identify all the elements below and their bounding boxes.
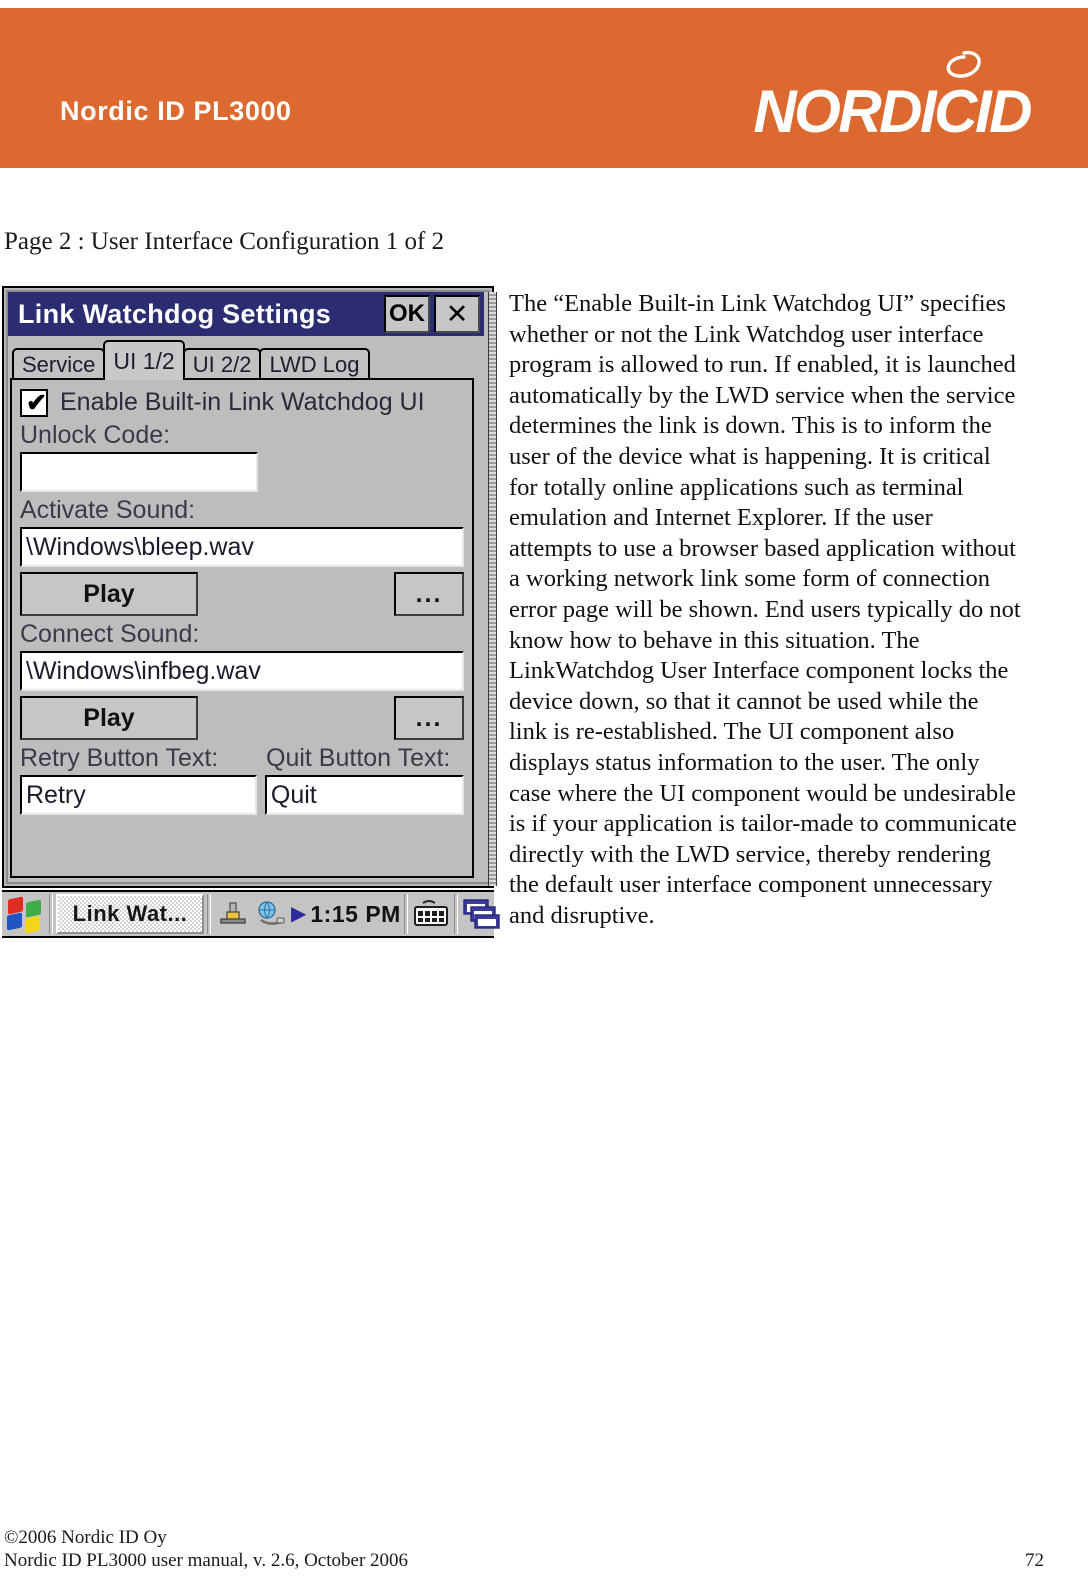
taskbar-separator	[453, 894, 458, 934]
window-titlebar: Link Watchdog Settings OK ✕	[8, 292, 484, 336]
product-title: Nordic ID PL3000	[60, 96, 292, 126]
activate-sound-play-button[interactable]: Play	[20, 572, 198, 616]
nordic-id-logo: NORDICID	[730, 46, 1033, 146]
tab-panel-ui-1-2: ✔ Enable Built-in Link Watchdog UI Unloc…	[10, 378, 474, 878]
device-screenshot-figure: Link Watchdog Settings OK ✕ Service UI 1…	[2, 286, 500, 938]
connect-sound-input[interactable]: \Windows\infbeg.wav	[20, 651, 464, 691]
page-header-banner: Nordic ID PL3000 NORDICID	[0, 8, 1088, 168]
footer-manual-line: Nordic ID PL3000 user manual, v. 2.6, Oc…	[4, 1550, 409, 1571]
network-globe-icon[interactable]	[252, 899, 286, 929]
taskbar-separator	[49, 894, 53, 934]
check-icon: ✔	[26, 388, 47, 417]
connect-sound-play-button[interactable]: Play	[20, 696, 198, 740]
cascading-windows-icon[interactable]	[461, 897, 501, 931]
retry-button-text-input[interactable]: Retry	[20, 775, 257, 815]
taskbar-clock[interactable]: 1:15 PM	[310, 901, 400, 928]
footer-page-number: 72	[1025, 1550, 1044, 1571]
description-paragraph: The “Enable Built-in Link Watchdog UI” s…	[509, 290, 1021, 929]
quit-button-text-input[interactable]: Quit	[264, 775, 464, 815]
taskbar-separator	[207, 894, 211, 934]
ce-taskbar: Link Wat... ▶ 1:15 PM	[2, 890, 500, 938]
ok-button[interactable]: OK	[384, 295, 430, 333]
activate-sound-label: Activate Sound:	[20, 496, 196, 524]
connect-sound-label: Connect Sound:	[20, 620, 200, 648]
button-text-fields-row: Retry Quit	[20, 775, 464, 815]
connect-sound-browse-button[interactable]: ...	[394, 696, 464, 740]
tab-ui-1-2[interactable]: UI 1/2	[103, 340, 185, 380]
padlock-icon[interactable]	[218, 899, 248, 929]
enable-ui-checkbox-label: Enable Built-in Link Watchdog UI	[60, 388, 425, 416]
tab-ui-2-2[interactable]: UI 2/2	[182, 348, 262, 380]
nordic-id-logo-text: NORDICID	[753, 78, 1032, 145]
link-watchdog-settings-window: Link Watchdog Settings OK ✕ Service UI 1…	[2, 286, 497, 888]
close-icon[interactable]: ✕	[434, 295, 480, 333]
button-text-labels-row: Retry Button Text: Quit Button Text:	[20, 744, 464, 773]
keyboard-icon[interactable]	[411, 897, 451, 931]
windows-start-flag-icon[interactable]	[6, 896, 46, 934]
unlock-code-label: Unlock Code:	[20, 421, 171, 449]
tray-expand-arrow-icon[interactable]: ▶	[291, 904, 306, 924]
tab-service[interactable]: Service	[12, 348, 106, 380]
desktop-edge-strip	[488, 292, 497, 886]
quit-button-text-label: Quit Button Text:	[266, 744, 451, 772]
window-client-area: Service UI 1/2 UI 2/2 LWD Log ✔ Enable B…	[10, 340, 482, 882]
retry-button-text-label: Retry Button Text:	[20, 744, 219, 772]
activate-sound-browse-button[interactable]: ...	[394, 572, 464, 616]
enable-ui-checkbox[interactable]: ✔	[20, 388, 48, 417]
page-caption: Page 2 : User Interface Configuration 1 …	[4, 228, 445, 255]
activate-sound-button-row: Play ...	[20, 572, 464, 616]
unlock-code-input[interactable]	[20, 452, 258, 492]
taskbar-task-button-link-watchdog[interactable]: Link Wat...	[56, 894, 204, 934]
tab-strip: Service UI 1/2 UI 2/2 LWD Log	[12, 340, 370, 380]
enable-ui-checkbox-row[interactable]: ✔ Enable Built-in Link Watchdog UI	[20, 388, 464, 417]
activate-sound-input[interactable]: \Windows\bleep.wav	[20, 527, 464, 567]
system-tray: ▶ 1:15 PM	[218, 899, 401, 929]
window-title: Link Watchdog Settings	[18, 298, 332, 329]
footer-copyright: ©2006 Nordic ID Oy	[4, 1527, 167, 1548]
connect-sound-button-row: Play ...	[20, 696, 464, 740]
taskbar-separator	[403, 894, 408, 934]
page-footer: ©2006 Nordic ID Oy Nordic ID PL3000 user…	[4, 1526, 1084, 1572]
tab-lwd-log[interactable]: LWD Log	[259, 348, 370, 380]
